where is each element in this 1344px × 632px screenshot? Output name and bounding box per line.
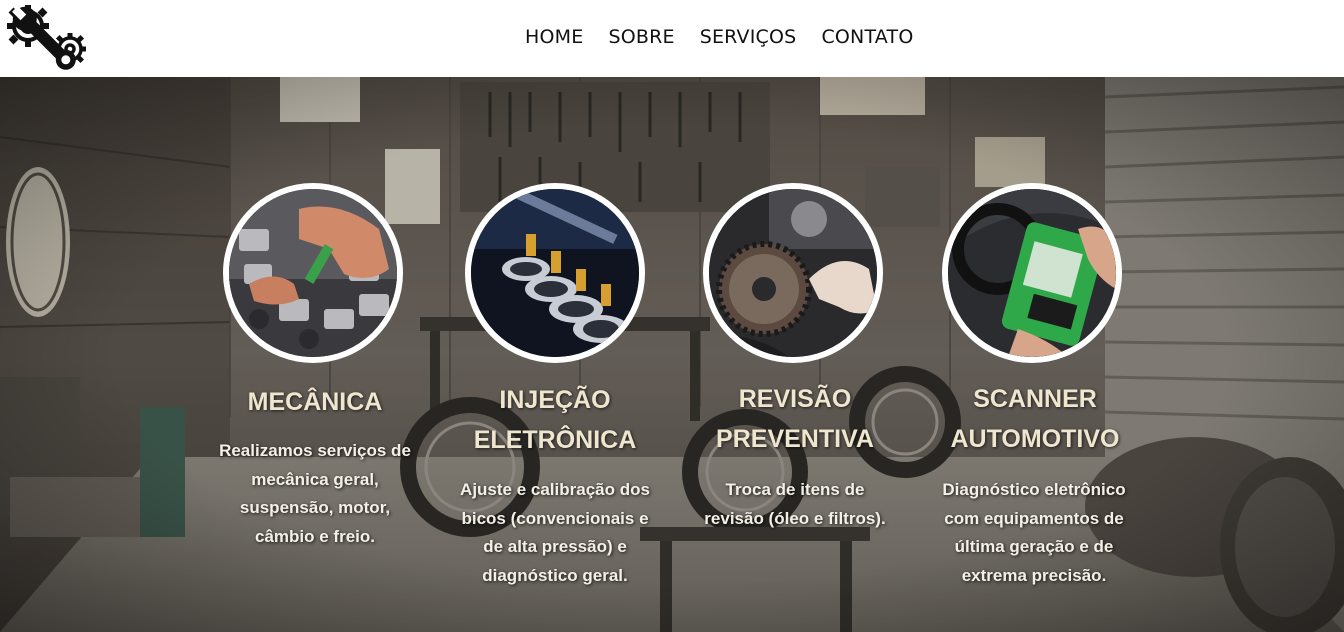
gears-wrench-icon (7, 5, 86, 70)
service-revisao-description: Troca de itens de revisão (óleo e filtro… (704, 480, 886, 528)
service-injecao-image (465, 183, 645, 363)
service-mecanica-description: Realizamos serviços de mecânica geral, s… (219, 441, 411, 546)
service-revisao-image (703, 183, 883, 363)
vintage-garage-photo (0, 77, 1344, 632)
service-scanner-title: SCANNER AUTOMOTIVO (950, 385, 1120, 453)
nav-contato[interactable]: CONTATO (821, 26, 913, 48)
service-injecao-title: INJEÇÃO ELETRÔNICA (473, 386, 637, 454)
service-scanner-description: Diagnóstico eletrônico com equipamentos … (942, 480, 1126, 585)
nav-home[interactable]: HOME (525, 26, 583, 48)
service-mecanica-image (223, 183, 403, 363)
service-injecao-description: Ajuste e calibração dos bicos (convencio… (460, 480, 650, 585)
hero-section: MECÂNICA Realizamos serviços de mecânica… (0, 77, 1344, 632)
navbar: HOME SOBRE SERVIÇOS CONTATO (0, 0, 1344, 77)
engine-valves-photo (229, 189, 397, 357)
service-scanner-image (942, 183, 1122, 363)
nav-sobre[interactable]: SOBRE (608, 26, 674, 48)
main-nav: HOME SOBRE SERVIÇOS CONTATO (525, 26, 939, 48)
service-revisao-title: REVISÃO PREVENTIVA (716, 385, 874, 453)
nav-servicos[interactable]: SERVIÇOS (700, 26, 797, 48)
logo[interactable] (0, 0, 92, 77)
service-mecanica-title: MECÂNICA (247, 388, 383, 416)
diagnostic-scanner-photo (948, 189, 1116, 357)
timing-belt-photo (709, 189, 877, 357)
fuel-injectors-photo (471, 189, 639, 357)
